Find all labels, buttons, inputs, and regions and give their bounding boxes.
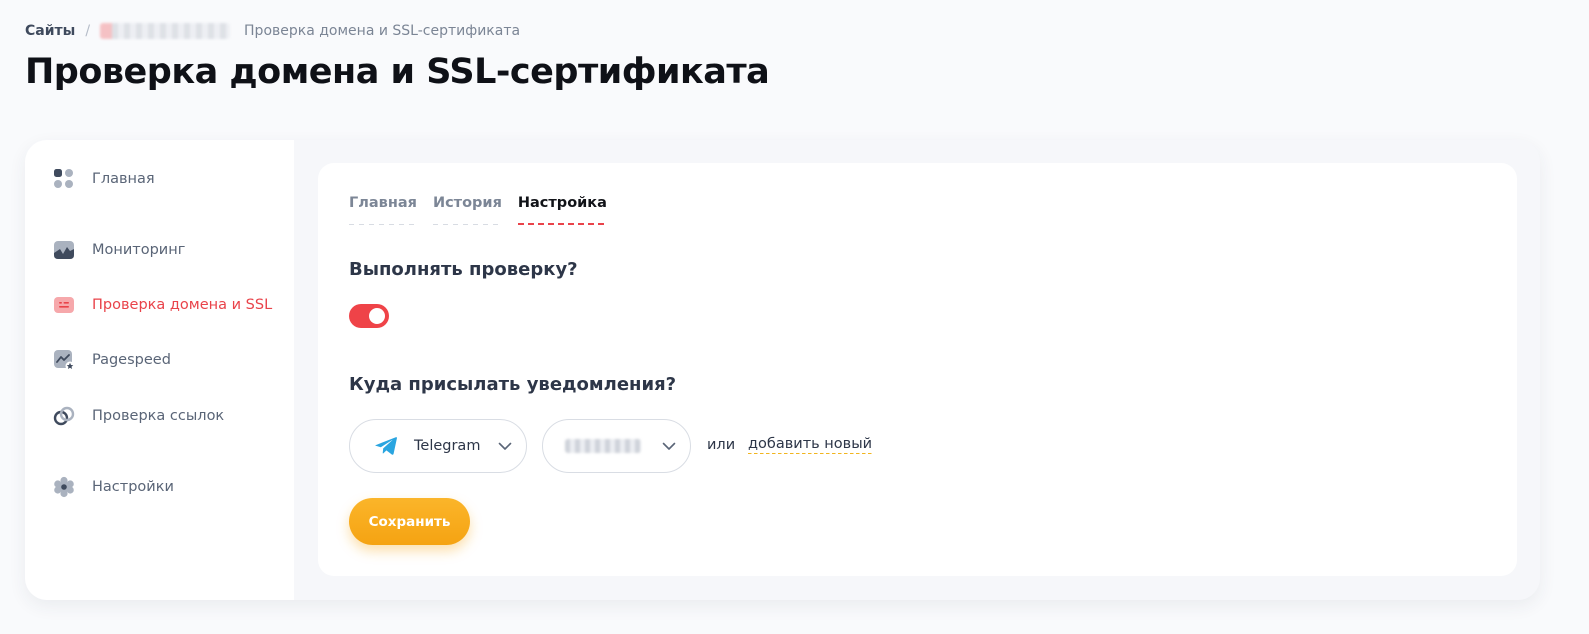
or-text: или: [707, 437, 736, 453]
link-icon: [53, 405, 75, 427]
channel-select[interactable]: Telegram: [349, 419, 527, 473]
breadcrumb-separator: /: [85, 23, 91, 39]
sidebar-item-home[interactable]: Главная: [53, 167, 155, 191]
sidebar-item-label: Проверка домена и SSL: [92, 297, 273, 313]
notify-section-title: Куда присылать уведомления?: [349, 374, 677, 395]
sidebar-item-label: Главная: [92, 171, 155, 187]
sidebar-item-label: Настройки: [92, 479, 174, 495]
pagespeed-chart-icon: [53, 349, 75, 371]
settings-card: Главная История Настройка Выполнять пров…: [318, 163, 1517, 576]
tab-home[interactable]: Главная: [349, 195, 417, 225]
breadcrumb-sites-link[interactable]: Сайты: [25, 23, 75, 39]
save-button[interactable]: Сохранить: [349, 498, 470, 545]
check-section-title: Выполнять проверку?: [349, 259, 578, 280]
breadcrumb: Сайты / Проверка домена и SSL-сертификат…: [25, 22, 520, 40]
ssl-certificate-icon: [53, 294, 75, 316]
breadcrumb-site-link-redacted[interactable]: [100, 23, 231, 39]
contact-select[interactable]: [542, 419, 691, 473]
sidebar-item-link-check[interactable]: Проверка ссылок: [53, 404, 224, 428]
sidebar-item-settings[interactable]: Настройки: [53, 475, 174, 499]
add-new-contact-link[interactable]: добавить новый: [748, 436, 873, 454]
sidebar-item-label: Мониторинг: [92, 242, 186, 258]
tab-history[interactable]: История: [432, 195, 502, 225]
monitoring-chart-icon: [53, 239, 75, 261]
chevron-down-icon: [498, 442, 512, 450]
tab-bar: Главная История Настройка: [349, 195, 623, 225]
gear-icon: [53, 476, 75, 498]
dashboard-grid-icon: [53, 168, 75, 190]
toggle-knob: [369, 308, 385, 324]
telegram-icon: [375, 437, 397, 455]
sidebar-item-pagespeed[interactable]: Pagespeed: [53, 348, 171, 372]
contact-select-value-redacted: [565, 439, 641, 453]
channel-select-value: Telegram: [414, 438, 481, 454]
tab-settings[interactable]: Настройка: [517, 195, 607, 225]
main-panel: Главная Мониторинг Проверка домена и SSL…: [25, 140, 1540, 600]
sidebar-item-label: Pagespeed: [92, 352, 171, 368]
check-enabled-toggle[interactable]: [349, 304, 389, 328]
breadcrumb-current: Проверка домена и SSL-сертификата: [244, 23, 521, 39]
sidebar-item-ssl-check[interactable]: Проверка домена и SSL: [53, 293, 272, 317]
sidebar: Главная Мониторинг Проверка домена и SSL…: [25, 140, 294, 600]
page-title: Проверка домена и SSL-сертификата: [25, 52, 770, 92]
sidebar-item-monitoring[interactable]: Мониторинг: [53, 238, 185, 262]
sidebar-item-label: Проверка ссылок: [92, 408, 225, 424]
chevron-down-icon: [662, 442, 676, 450]
